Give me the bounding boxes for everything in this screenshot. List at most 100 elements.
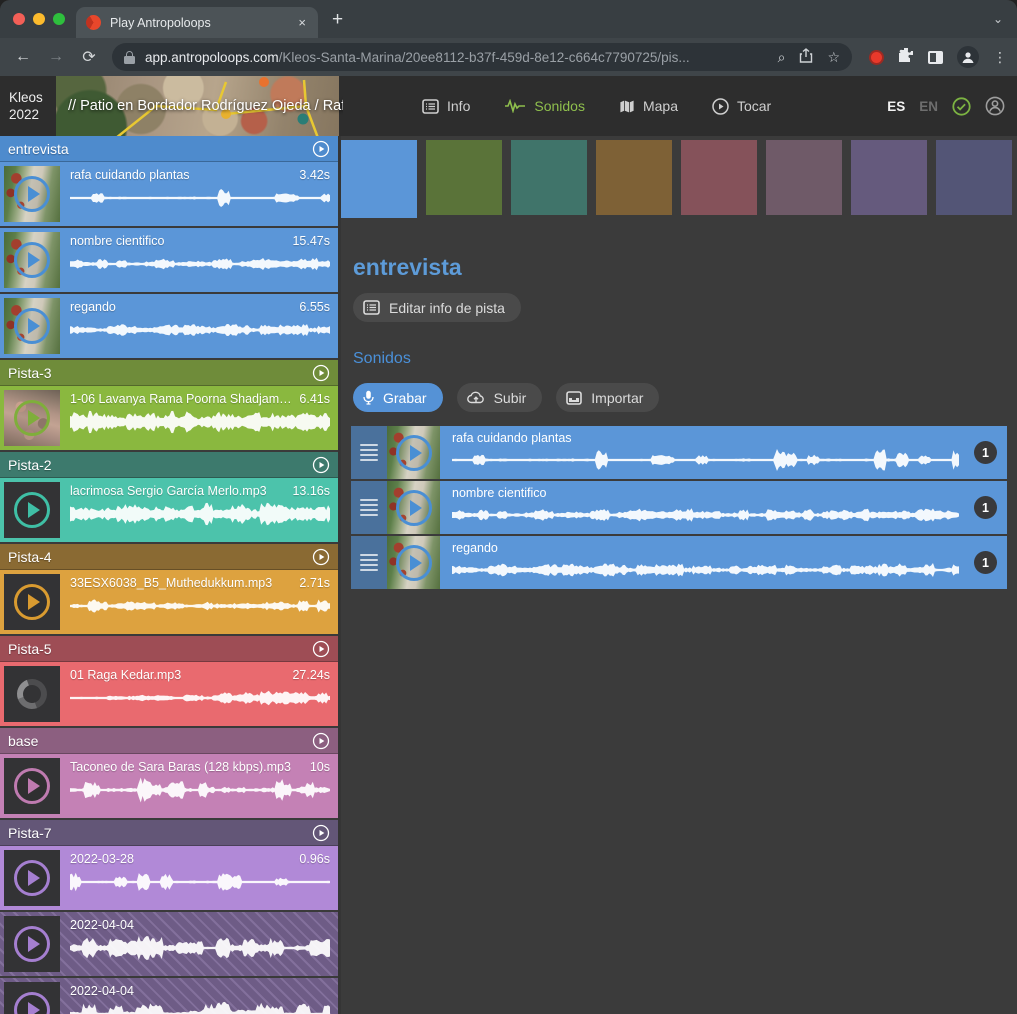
clip-thumbnail[interactable] bbox=[4, 390, 60, 446]
drag-handle-icon[interactable] bbox=[351, 536, 387, 589]
nav-tab-tocar[interactable]: Tocar bbox=[712, 98, 771, 115]
account-icon[interactable] bbox=[985, 96, 1005, 116]
track-header-pista-4[interactable]: Pista-4 bbox=[0, 544, 338, 570]
track-play-icon[interactable] bbox=[312, 140, 330, 158]
track-play-icon[interactable] bbox=[312, 456, 330, 474]
import-button[interactable]: Importar bbox=[556, 383, 659, 412]
forward-button[interactable]: → bbox=[46, 48, 66, 66]
track-play-icon[interactable] bbox=[312, 732, 330, 750]
clip-raga-kedar[interactable]: 01 Raga Kedar.mp327.24s bbox=[0, 662, 338, 726]
clip-2022-04-04-muted[interactable]: 2022-04-04 bbox=[0, 912, 338, 976]
thumb-play-icon[interactable] bbox=[396, 435, 432, 471]
track-header-entrevista[interactable]: entrevista bbox=[0, 136, 338, 162]
thumb-play-icon[interactable] bbox=[14, 400, 50, 436]
minimize-window-button[interactable] bbox=[33, 13, 45, 25]
clip-thumbnail[interactable] bbox=[4, 298, 60, 354]
sound-thumbnail[interactable] bbox=[387, 536, 440, 589]
extensions-puzzle-icon[interactable] bbox=[898, 47, 914, 68]
close-tab-icon[interactable]: × bbox=[296, 15, 308, 30]
sound-thumbnail[interactable] bbox=[387, 426, 440, 479]
thumb-play-icon[interactable] bbox=[14, 242, 50, 278]
clip-2022-03-28[interactable]: 2022-03-280.96s bbox=[0, 846, 338, 910]
clip-thumbnail[interactable] bbox=[4, 166, 60, 222]
edit-track-info-button[interactable]: Editar info de pista bbox=[353, 293, 521, 322]
browser-tab[interactable]: Play Antropoloops × bbox=[76, 7, 318, 38]
clip-rafa-cuidando-plantas[interactable]: rafa cuidando plantas3.42s bbox=[0, 162, 338, 226]
reload-button[interactable]: ⟳ bbox=[79, 47, 99, 67]
side-panel-icon[interactable] bbox=[928, 51, 943, 64]
sync-check-icon[interactable] bbox=[952, 97, 971, 116]
swatch-pista-2[interactable] bbox=[511, 140, 587, 215]
lock-icon[interactable] bbox=[124, 51, 135, 64]
clip-thumbnail[interactable] bbox=[4, 850, 60, 906]
track-header-pista-3[interactable]: Pista-3 bbox=[0, 360, 338, 386]
drag-handle-icon[interactable] bbox=[351, 481, 387, 534]
thumb-play-icon[interactable] bbox=[14, 992, 50, 1014]
tab-search-chevron-icon[interactable]: ⌄ bbox=[993, 12, 1003, 26]
track-play-icon[interactable] bbox=[312, 548, 330, 566]
track-header-pista-2[interactable]: Pista-2 bbox=[0, 452, 338, 478]
track-header-pista-5[interactable]: Pista-5 bbox=[0, 636, 338, 662]
record-extension-icon[interactable] bbox=[869, 50, 884, 65]
language-es-button[interactable]: ES bbox=[887, 99, 905, 114]
share-icon[interactable] bbox=[799, 48, 813, 66]
new-tab-button[interactable]: + bbox=[332, 10, 343, 29]
thumb-play-icon[interactable] bbox=[14, 492, 50, 528]
profile-avatar[interactable] bbox=[957, 46, 979, 68]
maximize-window-button[interactable] bbox=[53, 13, 65, 25]
close-window-button[interactable] bbox=[13, 13, 25, 25]
address-bar[interactable]: app.antropoloops.com/Kleos-Santa-Marina/… bbox=[112, 43, 852, 71]
clip-thumbnail[interactable] bbox=[4, 482, 60, 538]
swatch-pista-3[interactable] bbox=[426, 140, 502, 215]
swatch-extra[interactable] bbox=[936, 140, 1012, 215]
clip-lacrimosa[interactable]: lacrimosa Sergio García Merlo.mp313.16s bbox=[0, 478, 338, 542]
swatch-pista-5[interactable] bbox=[681, 140, 757, 215]
clip-thumbnail-loading[interactable] bbox=[4, 666, 60, 722]
drag-handle-icon[interactable] bbox=[351, 426, 387, 479]
back-button[interactable]: ← bbox=[13, 48, 33, 66]
sound-row-nombre[interactable]: nombre cientifico 1 bbox=[351, 481, 1007, 534]
thumb-play-icon[interactable] bbox=[14, 584, 50, 620]
thumb-play-icon[interactable] bbox=[396, 490, 432, 526]
swatch-pista-4[interactable] bbox=[596, 140, 672, 215]
clip-regando[interactable]: regando6.55s bbox=[0, 294, 338, 358]
track-play-icon[interactable] bbox=[312, 824, 330, 842]
upload-button[interactable]: Subir bbox=[457, 383, 543, 412]
thumb-play-icon[interactable] bbox=[14, 860, 50, 896]
track-play-icon[interactable] bbox=[312, 364, 330, 382]
clip-thumbnail[interactable] bbox=[4, 232, 60, 288]
nav-tab-mapa[interactable]: Mapa bbox=[619, 98, 678, 114]
sound-row-rafa[interactable]: rafa cuidando plantas 1 bbox=[351, 426, 1007, 479]
clip-thumbnail[interactable] bbox=[4, 758, 60, 814]
thumb-play-icon[interactable] bbox=[396, 545, 432, 581]
sound-row-regando[interactable]: regando 1 bbox=[351, 536, 1007, 589]
record-button[interactable]: Grabar bbox=[353, 383, 443, 412]
track-header-base[interactable]: base bbox=[0, 728, 338, 754]
clip-2022-04-04-muted-2[interactable]: 2022-04-04 bbox=[0, 978, 338, 1014]
swatch-pista-7[interactable] bbox=[851, 140, 927, 215]
nav-tab-info[interactable]: Info bbox=[422, 98, 470, 114]
clip-thumbnail[interactable] bbox=[4, 916, 60, 972]
clip-lavanya[interactable]: 1-06 Lavanya Rama Poorna Shadjam Rupak..… bbox=[0, 386, 338, 450]
clip-muthedukkum[interactable]: 33ESX6038_B5_Muthedukkum.mp32.71s bbox=[0, 570, 338, 634]
language-en-button[interactable]: EN bbox=[919, 99, 938, 114]
thumb-play-icon[interactable] bbox=[14, 768, 50, 804]
clip-thumbnail[interactable] bbox=[4, 982, 60, 1014]
nav-tab-sonidos[interactable]: Sonidos bbox=[504, 98, 585, 114]
swatch-entrevista[interactable] bbox=[341, 140, 417, 218]
sound-thumbnail[interactable] bbox=[387, 481, 440, 534]
waveform bbox=[70, 1001, 330, 1014]
swatch-base[interactable] bbox=[766, 140, 842, 215]
thumb-play-icon[interactable] bbox=[14, 926, 50, 962]
zoom-icon[interactable]: ⌕ bbox=[778, 49, 786, 66]
browser-menu-icon[interactable]: ⋮ bbox=[993, 55, 1007, 60]
bookmark-star-icon[interactable]: ☆ bbox=[827, 49, 840, 66]
clip-thumbnail[interactable] bbox=[4, 574, 60, 630]
track-play-icon[interactable] bbox=[312, 640, 330, 658]
clip-nombre-cientifico[interactable]: nombre cientifico15.47s bbox=[0, 228, 338, 292]
thumb-play-icon[interactable] bbox=[14, 308, 50, 344]
clip-taconeo[interactable]: Taconeo de Sara Baras (128 kbps).mp310s bbox=[0, 754, 338, 818]
thumb-play-icon[interactable] bbox=[14, 176, 50, 212]
app-logo[interactable]: Kleos 2022 bbox=[0, 89, 56, 123]
track-header-pista-7[interactable]: Pista-7 bbox=[0, 820, 338, 846]
